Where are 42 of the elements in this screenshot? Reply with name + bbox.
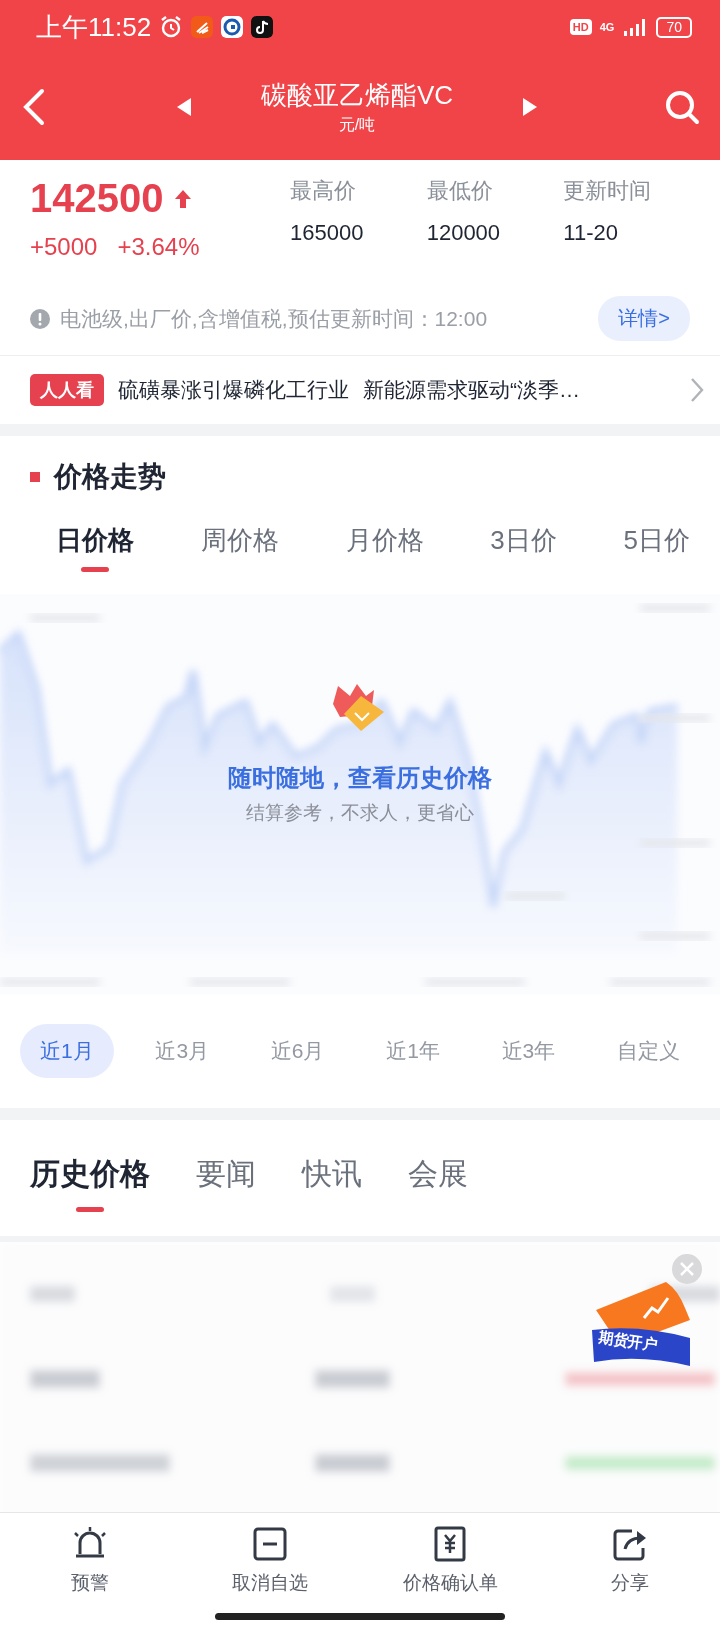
content-tab[interactable]: 要闻 [196, 1150, 256, 1212]
period-tab[interactable]: 3日价 [490, 522, 557, 572]
hd-badge: HD [569, 19, 592, 35]
unit-label: 元/吨 [338, 115, 376, 135]
price-note: 电池级,出厂价,含增值税,预估更新时间：12:00 [60, 305, 489, 332]
range-tab[interactable]: 近6月 [250, 1024, 345, 1078]
promo-subtitle: 结算参考，不求人，更省心 [246, 801, 474, 825]
range-tab[interactable]: 近3年 [481, 1024, 576, 1078]
range-tab[interactable]: 近1月 [20, 1024, 114, 1078]
promo-title: 随时随地，查看历史价格 [228, 763, 492, 793]
stat-value: 165000 [290, 220, 365, 246]
price-change: +5000 [30, 233, 98, 261]
range-tab[interactable]: 近3月 [135, 1024, 230, 1078]
price-value: 142500 [30, 176, 164, 221]
section-title: 价格走势 [54, 460, 166, 494]
news-headline[interactable]: 新能源需求驱动“淡季… [363, 376, 580, 404]
price-percent: +3.64% [117, 233, 200, 261]
period-tab[interactable]: 5日价 [623, 522, 690, 572]
battery-indicator: 70 [656, 16, 692, 38]
stat-value: 11-20 [563, 220, 619, 246]
nav-button[interactable]: 预警 [0, 1525, 180, 1597]
news-badge: 人人看 [30, 374, 104, 406]
period-tab[interactable]: 周价格 [200, 522, 279, 572]
range-tab[interactable]: 近1年 [366, 1024, 460, 1078]
period-tab[interactable]: 日价格 [56, 522, 134, 572]
stat-label: 更新时间 [563, 177, 653, 205]
nav-button[interactable]: 价格确认单 [360, 1525, 540, 1597]
stat-value: 120000 [426, 220, 502, 246]
period-tab[interactable]: 月价格 [345, 522, 424, 572]
range-tab[interactable]: 自定义 [596, 1024, 700, 1078]
content-tab[interactable]: 快讯 [302, 1150, 362, 1212]
network-label: 4G [599, 21, 615, 33]
news-headline[interactable]: 硫磺暴涨引爆磷化工行业 [118, 376, 349, 404]
nav-button[interactable]: 取消自选 [180, 1525, 360, 1597]
content-tab[interactable]: 历史价格 [30, 1150, 150, 1212]
details-button[interactable]: 详情> [598, 296, 690, 341]
page-title: 碳酸亚乙烯酯VC [260, 79, 454, 112]
stat-label: 最低价 [426, 177, 494, 205]
status-time: 上午11:52 [36, 10, 152, 44]
content-tab[interactable]: 会展 [408, 1150, 468, 1212]
nav-button[interactable]: 分享 [540, 1525, 720, 1597]
stat-label: 最高价 [290, 177, 357, 205]
